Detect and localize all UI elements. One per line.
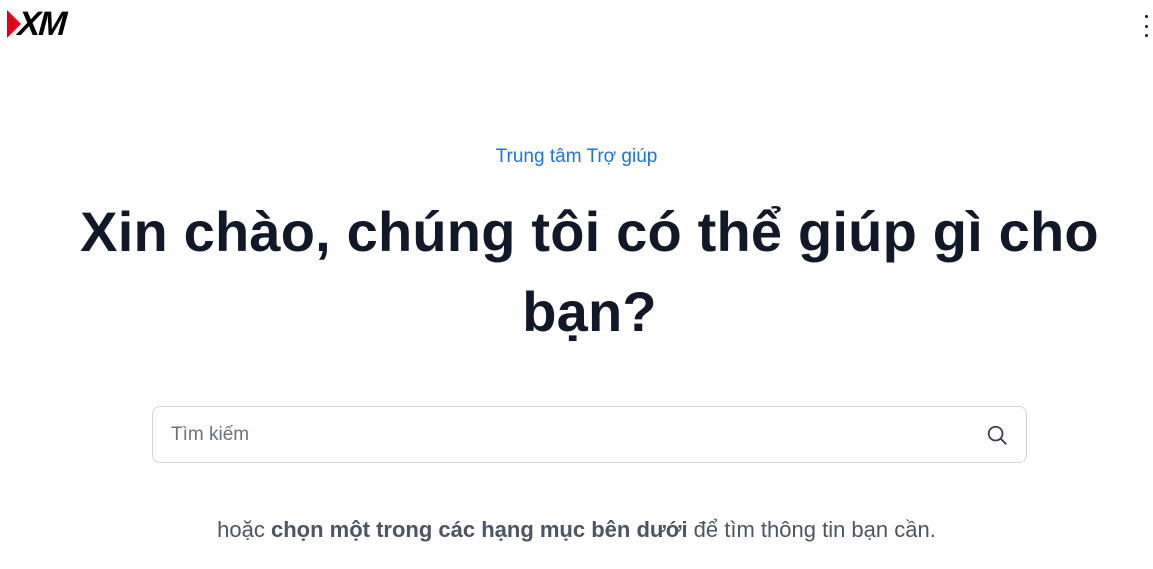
xm-logo[interactable]: XM	[7, 5, 67, 43]
help-center-page: XM Trung tâm Trợ giúp Xin chào, chúng tô…	[0, 0, 1153, 569]
helper-prefix: hoặc	[217, 517, 271, 542]
search-icon	[987, 425, 1007, 445]
search-box	[152, 406, 1027, 463]
categories-link[interactable]: chọn một trong các hạng mục bên dưới	[271, 517, 688, 542]
helper-text: hoặc chọn một trong các hạng mục bên dướ…	[0, 517, 1153, 543]
kebab-menu-icon[interactable]	[1141, 15, 1151, 37]
logo-text: XM	[16, 5, 67, 43]
page-title: Xin chào, chúng tôi có thể giúp gì cho b…	[80, 200, 1099, 343]
search-input[interactable]	[153, 407, 968, 462]
help-center-label: Trung tâm Trợ giúp	[495, 146, 658, 167]
search-button[interactable]	[968, 407, 1026, 462]
helper-suffix: để tìm thông tin bạn cần.	[687, 517, 936, 542]
